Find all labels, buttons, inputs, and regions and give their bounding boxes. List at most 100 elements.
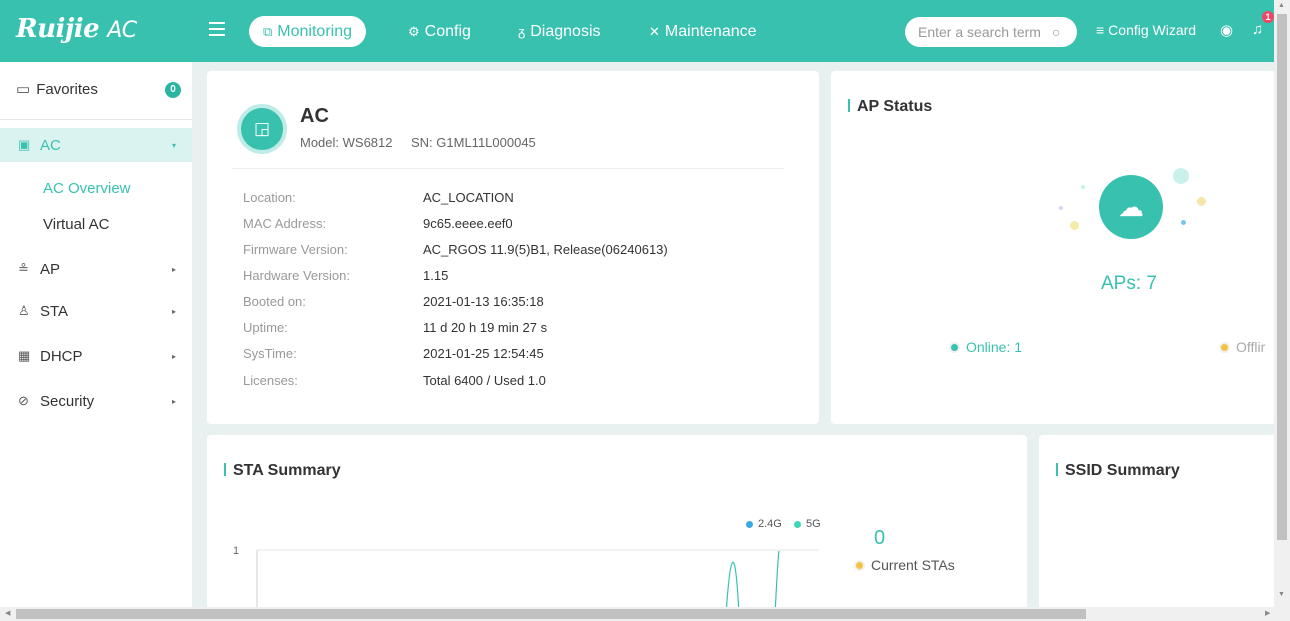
current-sta-label: Current STAs — [871, 557, 955, 573]
user-icon: ♙ — [18, 303, 30, 318]
folder-star-icon: ▭ — [16, 81, 31, 98]
sta-summary-title-text: STA Summary — [233, 462, 341, 479]
field-value-location: AC_LOCATION — [423, 190, 514, 205]
current-sta-count: 0 — [874, 527, 886, 549]
sta-5g-series-line — [774, 550, 780, 610]
sidebar-item-label: DHCP — [40, 347, 83, 365]
sidebar-item-security[interactable]: ⊘ Security ▸ — [0, 384, 192, 418]
nav-diagnosis-label: Diagnosis — [530, 23, 601, 40]
brand-logo[interactable]: Ruijie AC — [16, 14, 137, 44]
decor-dot — [1181, 220, 1186, 225]
vertical-scrollbar[interactable]: ▲ ▼ — [1274, 0, 1290, 607]
field-label-mac: MAC Address: — [243, 216, 327, 231]
legend-24g-dot-icon — [746, 520, 753, 528]
wizard-icon: ≡ — [1096, 22, 1105, 38]
vertical-scrollbar-thumb[interactable] — [1277, 14, 1287, 540]
field-label-booted: Booted on: — [243, 294, 306, 309]
legend-5g[interactable]: 5G — [794, 518, 821, 530]
brand-logo-text: Ruijie — [16, 14, 100, 44]
layers-icon[interactable]: ◉ — [1220, 21, 1233, 39]
decor-dot — [1059, 206, 1063, 210]
field-value-mac: 9c65.eeee.eef0 — [423, 216, 513, 231]
ac-serial-number: SN: G1ML11L000045 — [411, 135, 536, 150]
ap-online-legend: Online: 1 — [951, 339, 1022, 355]
horizontal-scrollbar-thumb[interactable] — [16, 609, 1086, 619]
nav-diagnosis[interactable]: ᵹ Diagnosis — [518, 16, 601, 47]
ap-status-title: AP Status — [848, 98, 932, 116]
nav-monitoring[interactable]: ⧉ Monitoring — [249, 16, 366, 47]
scroll-right-icon[interactable]: ▶ — [1265, 609, 1270, 617]
favorites-count-badge: 0 — [165, 82, 181, 98]
legend-24g-label: 2.4G — [758, 518, 782, 530]
ap-router-icon: ☁ — [1099, 175, 1163, 239]
y-tick-label: 1 — [233, 545, 239, 557]
ac-device-icon: ◲ — [237, 104, 287, 154]
field-value-licenses: Total 6400 / Used 1.0 — [423, 373, 546, 388]
ap-icon: ≗ — [18, 261, 29, 276]
sidebar-item-dhcp[interactable]: ▦ DHCP ▸ — [0, 339, 192, 373]
sidebar-subitem-virtual-ac[interactable]: Virtual AC — [43, 216, 109, 233]
ac-device-icon: ▣ — [18, 137, 31, 152]
field-label-licenses: Licenses: — [243, 373, 298, 388]
nav-config[interactable]: ⚙ Config — [408, 16, 471, 47]
legend-5g-label: 5G — [806, 518, 821, 530]
ac-title: AC — [300, 105, 329, 127]
scroll-up-icon[interactable]: ▲ — [1278, 2, 1285, 9]
field-label-firmware: Firmware Version: — [243, 242, 348, 257]
chevron-right-icon: ▸ — [171, 264, 176, 274]
field-label-hardware: Hardware Version: — [243, 268, 350, 283]
decor-dot — [1070, 221, 1079, 230]
sidebar-item-ap[interactable]: ≗ AP ▸ — [0, 252, 192, 286]
divider — [232, 168, 784, 169]
gear-icon: ⚙ — [408, 24, 420, 39]
notification-badge: 1 — [1262, 11, 1274, 23]
sta-chart: 1 — [233, 545, 819, 610]
search-icon[interactable]: ○ — [1052, 24, 1060, 40]
ap-online-label: Online: 1 — [966, 339, 1023, 355]
ac-info-card: ◲ AC Model: WS6812 SN: G1ML11L000045 Loc… — [207, 71, 819, 424]
scroll-down-icon[interactable]: ▼ — [1278, 591, 1285, 598]
sidebar-item-label: AC — [40, 136, 61, 154]
current-sta-dot-icon — [856, 561, 863, 569]
field-label-location: Location: — [243, 190, 296, 205]
sidebar-subitem-ac-overview[interactable]: AC Overview — [43, 180, 131, 197]
sidebar-item-label: Security — [40, 392, 95, 410]
ssid-summary-title: SSID Summary — [1056, 462, 1180, 480]
tools-icon: ✕ — [649, 24, 660, 39]
legend-5g-dot-icon — [794, 520, 801, 528]
sidebar-item-label: STA — [40, 302, 69, 320]
sta-summary-title: STA Summary — [224, 462, 341, 480]
sta-summary-card: STA Summary 2.4G 5G 1 0 Current STAs — [207, 435, 1027, 610]
monitor-icon: ⧉ — [263, 24, 273, 39]
search-input[interactable] — [918, 24, 1048, 40]
shield-icon: ⊘ — [18, 393, 29, 408]
ap-offline-label: Offlir — [1236, 339, 1266, 355]
nav-monitoring-label: Monitoring — [277, 23, 352, 40]
field-value-systime: 2021-01-25 12:54:45 — [423, 346, 544, 361]
ap-offline-legend: Offlir — [1221, 339, 1265, 355]
field-value-uptime: 11 d 20 h 19 min 27 s — [423, 320, 548, 335]
nav-maintenance-label: Maintenance — [664, 23, 757, 40]
menu-toggle-icon[interactable] — [209, 22, 225, 36]
online-dot-icon — [951, 343, 958, 351]
field-label-systime: SysTime: — [243, 346, 297, 361]
sidebar-item-ac[interactable]: ▣ AC ▾ — [0, 128, 192, 162]
favorites-label: Favorites — [36, 80, 98, 98]
chevron-right-icon: ▸ — [171, 306, 176, 316]
nav-maintenance[interactable]: ✕ Maintenance — [649, 16, 757, 47]
sidebar-item-sta[interactable]: ♙ STA ▸ — [0, 294, 192, 328]
config-wizard-button[interactable]: ≡ Config Wizard — [1096, 22, 1196, 38]
legend-24g[interactable]: 2.4G — [746, 518, 782, 530]
sidebar-divider — [0, 119, 192, 120]
field-value-hardware: 1.15 — [423, 268, 449, 283]
scroll-left-icon[interactable]: ◀ — [5, 609, 10, 617]
chevron-right-icon: ▸ — [171, 396, 176, 406]
ssid-summary-card: SSID Summary — [1039, 435, 1276, 610]
bell-icon[interactable]: ♫ — [1252, 21, 1263, 38]
dhcp-icon: ▦ — [18, 348, 31, 363]
horizontal-scrollbar[interactable]: ◀ ▶ — [0, 607, 1290, 621]
ap-status-card: AP Status ☁ APs: 7 Online: 1 Offlir — [831, 71, 1276, 424]
chevron-down-icon: ▾ — [171, 140, 176, 150]
sta-5g-series-line — [725, 561, 740, 610]
favorites-item[interactable]: ▭ Favorites — [16, 80, 98, 99]
